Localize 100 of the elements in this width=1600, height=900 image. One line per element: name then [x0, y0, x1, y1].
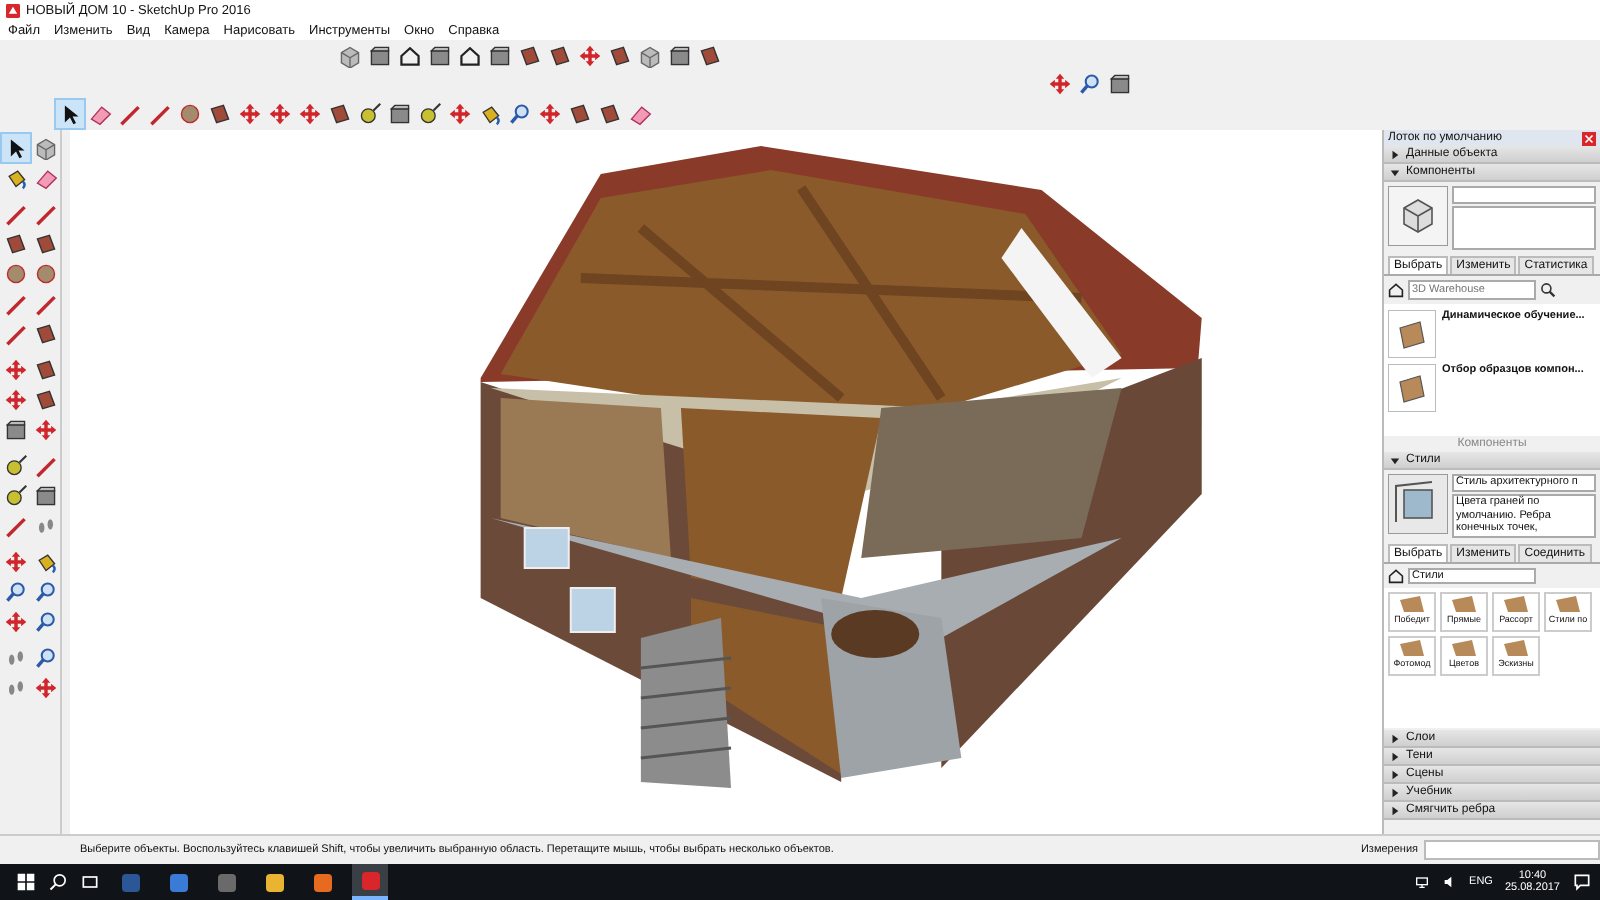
tool-button[interactable] [56, 99, 84, 127]
model-viewport[interactable] [70, 130, 1382, 834]
bucket-icon [4, 166, 28, 190]
footprints-icon [4, 646, 28, 670]
cross-arrows-icon [298, 101, 322, 125]
tool-button[interactable] [1106, 70, 1134, 98]
network-icon[interactable] [1413, 874, 1430, 890]
collapse-triangle-icon[interactable] [1390, 167, 1400, 177]
expand-triangle-icon[interactable] [1390, 149, 1400, 159]
magnifier-icon [508, 101, 532, 125]
tool-button[interactable] [386, 99, 414, 127]
tool-button[interactable] [32, 356, 60, 384]
windows-icon[interactable] [16, 872, 36, 892]
cube-icon [638, 44, 662, 68]
plane-icon [548, 44, 572, 68]
tool-button[interactable] [516, 42, 544, 70]
notification-icon[interactable] [1572, 872, 1592, 892]
pencil-icon [4, 292, 28, 316]
tool-button[interactable] [696, 42, 724, 70]
tool-button[interactable] [2, 164, 30, 192]
bucket-icon [34, 550, 58, 574]
search-icon[interactable] [48, 872, 68, 892]
magnifier-icon [34, 580, 58, 604]
tool-button[interactable] [416, 99, 444, 127]
tool-button[interactable] [206, 99, 234, 127]
tool-button[interactable] [426, 42, 454, 70]
cube-icon [34, 136, 58, 160]
plane-icon [34, 358, 58, 382]
tool-button[interactable] [326, 99, 354, 127]
component-thumbnail[interactable] [1388, 364, 1436, 412]
pencil-icon [4, 514, 28, 538]
tool-button[interactable] [2, 452, 30, 480]
house-icon [458, 44, 482, 68]
tool-button[interactable] [666, 42, 694, 70]
tool-button[interactable] [596, 99, 624, 127]
magnifier-icon [34, 646, 58, 670]
measurements-field[interactable] [1424, 840, 1600, 860]
tool-button[interactable] [2, 134, 30, 162]
footprints-icon [4, 676, 28, 700]
house-icon[interactable] [1388, 568, 1404, 584]
tool-button[interactable] [32, 482, 60, 510]
eraser-icon [628, 101, 652, 125]
description-field[interactable] [1452, 206, 1596, 250]
box-icon [34, 484, 58, 508]
box-icon [1108, 72, 1132, 96]
house-icon [398, 44, 422, 68]
tool-button[interactable] [366, 42, 394, 70]
tool-button[interactable] [32, 386, 60, 414]
plane-icon [598, 101, 622, 125]
tool-button[interactable] [456, 42, 484, 70]
tool-button[interactable] [2, 416, 30, 444]
expand-triangle-icon[interactable] [1390, 733, 1400, 743]
plane-icon [208, 101, 232, 125]
tape-icon [4, 454, 28, 478]
magnifier-icon [4, 580, 28, 604]
tool-button[interactable] [356, 99, 384, 127]
plane-icon [698, 44, 722, 68]
tool-button[interactable] [566, 99, 594, 127]
house-icon[interactable] [1388, 282, 1404, 298]
tool-button[interactable] [546, 42, 574, 70]
box-icon [488, 44, 512, 68]
tool-button[interactable] [32, 320, 60, 348]
tool-button[interactable] [32, 548, 60, 576]
taskbar-app[interactable] [352, 864, 388, 900]
bucket-icon [478, 101, 502, 125]
tool-button[interactable] [486, 42, 514, 70]
tape-icon [418, 101, 442, 125]
cross-arrows-icon [268, 101, 292, 125]
tool-button[interactable] [32, 230, 60, 258]
expand-triangle-icon[interactable] [1390, 751, 1400, 761]
plane-icon [34, 322, 58, 346]
pencil-icon [4, 202, 28, 226]
box-icon [388, 101, 412, 125]
task-view-icon[interactable] [80, 872, 100, 892]
plane-icon [4, 232, 28, 256]
search-icon[interactable] [1540, 282, 1556, 298]
tape-icon [4, 484, 28, 508]
tool-button[interactable] [396, 42, 424, 70]
component-thumbnail[interactable] [1388, 310, 1436, 358]
eraser-icon [34, 166, 58, 190]
cross-arrows-icon [1048, 72, 1072, 96]
expand-triangle-icon[interactable] [1390, 805, 1400, 815]
expand-triangle-icon[interactable] [1390, 787, 1400, 797]
box-icon [428, 44, 452, 68]
tool-button[interactable] [2, 230, 30, 258]
style-thumbnail [1388, 474, 1448, 534]
cross-arrows-icon [578, 44, 602, 68]
disc-icon [34, 262, 58, 286]
cross-arrows-icon [538, 101, 562, 125]
expand-triangle-icon[interactable] [1390, 769, 1400, 779]
cross-arrows-icon [4, 610, 28, 634]
box-icon [4, 418, 28, 442]
collapse-triangle-icon[interactable] [1390, 455, 1400, 465]
name-field[interactable] [1452, 186, 1596, 204]
tool-button[interactable] [2, 482, 30, 510]
cross-arrows-icon [238, 101, 262, 125]
tape-icon [358, 101, 382, 125]
close-icon[interactable] [1582, 131, 1596, 145]
pencil-icon [34, 454, 58, 478]
tool-button[interactable] [606, 42, 634, 70]
